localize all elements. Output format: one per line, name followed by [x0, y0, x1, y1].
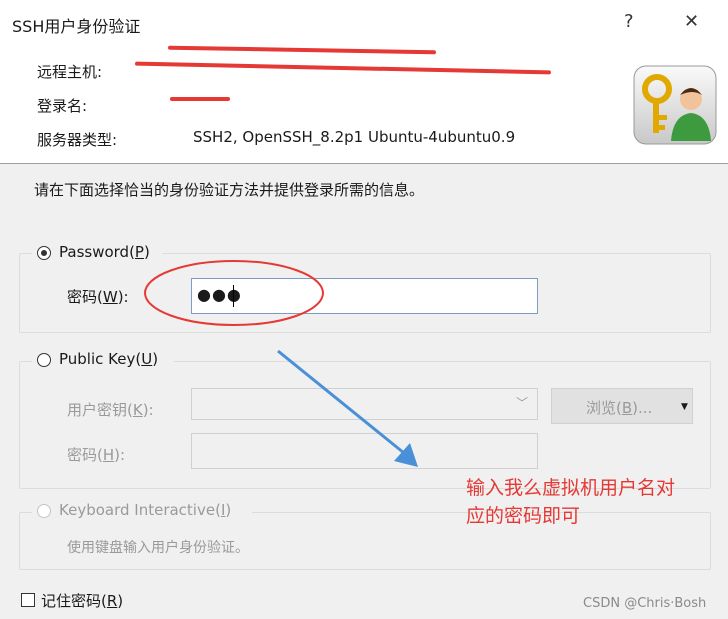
window-title: SSH用户身份验证 [12, 17, 141, 36]
watermark: CSDN @Chris·Bosh [583, 596, 707, 611]
remote-host-label: 远程主机: [37, 63, 103, 81]
login-name-label: 登录名: [37, 97, 88, 115]
close-button[interactable]: ✕ [684, 11, 699, 32]
server-type-label: 服务器类型: [37, 131, 118, 149]
annotation-text: 输入我么虚拟机用户名对 应的密码即可 [466, 477, 676, 527]
remember-password-label[interactable]: 记住密码(R) [41, 590, 123, 611]
help-button[interactable]: ? [624, 11, 634, 32]
keyboard-interactive-radio[interactable] [37, 504, 51, 518]
remember-password-checkbox[interactable] [21, 593, 35, 607]
redaction-mark [170, 97, 230, 101]
dropdown-arrow-icon: ▼ [681, 402, 688, 412]
keyboard-interactive-label[interactable]: Keyboard Interactive(I) [59, 501, 231, 519]
highlight-ellipse [142, 258, 326, 328]
password-field-label: 密码(W): [67, 288, 129, 306]
instruction-text: 请在下面选择恰当的身份验证方法并提供登录所需的信息。 [34, 181, 425, 199]
server-type-value: SSH2, OpenSSH_8.2p1 Ubuntu-4ubuntu0.9 [193, 128, 516, 146]
browse-button[interactable]: 浏览(B)... ▼ [551, 388, 693, 424]
public-key-radio-label[interactable]: Public Key(U) [59, 350, 158, 368]
user-key-icon [633, 65, 717, 145]
key-passphrase-label: 密码(H): [67, 446, 126, 464]
password-radio-label[interactable]: Password(P) [59, 243, 150, 261]
user-key-label: 用户密钥(K): [67, 401, 154, 419]
password-radio[interactable] [37, 246, 51, 260]
chevron-down-icon: ﹀ [515, 396, 528, 410]
keyboard-interactive-description: 使用键盘输入用户身份验证。 [67, 540, 249, 556]
public-key-radio[interactable] [37, 353, 51, 367]
header-divider [0, 163, 728, 164]
annotation-arrow [270, 345, 430, 475]
